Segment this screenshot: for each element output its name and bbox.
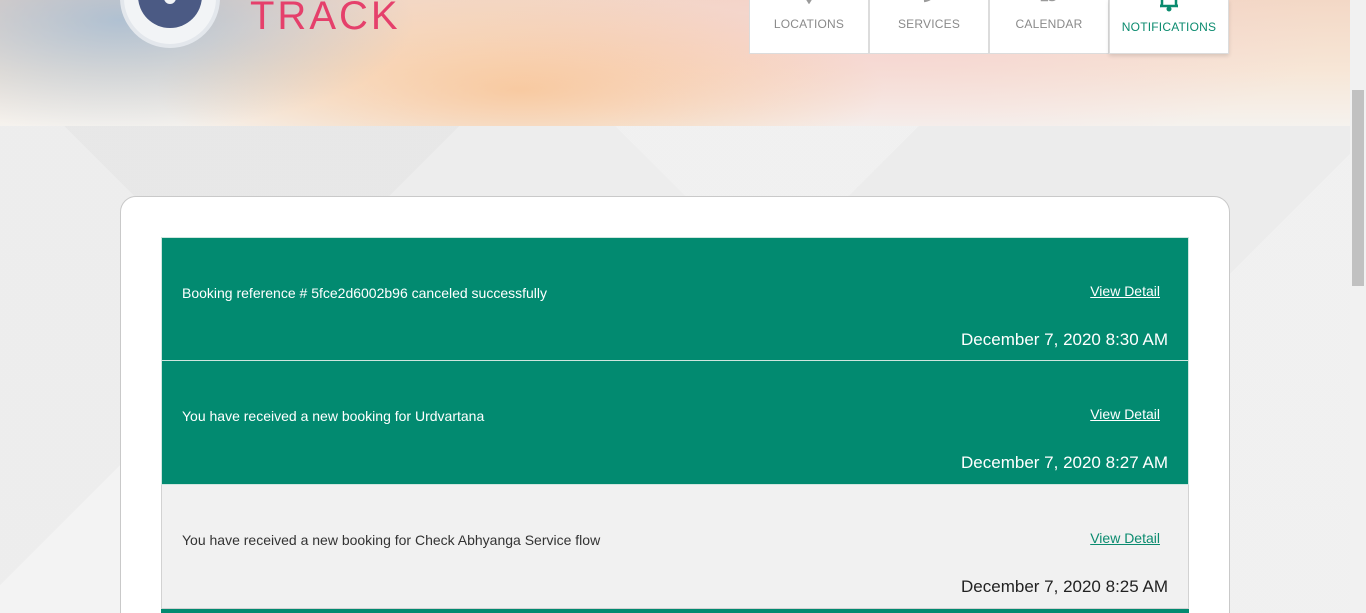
view-detail-link[interactable]: View Detail bbox=[1090, 530, 1160, 546]
nav-locations-label: LOCATIONS bbox=[773, 17, 845, 31]
nav-notifications[interactable]: NOTIFICATIONS bbox=[1109, 0, 1229, 54]
notification-time: December 7, 2020 8:30 AM bbox=[961, 330, 1168, 349]
services-icon bbox=[923, 0, 931, 3]
notification-item: You have received a new booking for Urdv… bbox=[161, 361, 1189, 485]
location-pin-icon bbox=[806, 0, 812, 4]
notification-message: You have received a new booking for Urdv… bbox=[182, 408, 485, 424]
bell-icon bbox=[1159, 0, 1179, 12]
user-silhouette-icon bbox=[138, 0, 202, 28]
nav-services[interactable]: SERVICES bbox=[869, 0, 989, 54]
view-detail-link[interactable]: View Detail bbox=[1090, 406, 1160, 422]
notification-item: Booking reference # 5fce2d6002b96 cancel… bbox=[161, 237, 1189, 361]
nav-calendar[interactable]: CALENDAR bbox=[989, 0, 1109, 54]
nav-calendar-label: CALENDAR bbox=[1015, 17, 1083, 31]
page: TRACK LOCATIONS SERVICES CALENDAR NOTIFI… bbox=[0, 0, 1366, 613]
top-nav: LOCATIONS SERVICES CALENDAR NOTIFICATION… bbox=[749, 0, 1229, 54]
nav-locations[interactable]: LOCATIONS bbox=[749, 0, 869, 54]
scrollbar-thumb[interactable] bbox=[1352, 90, 1364, 286]
view-detail-link[interactable]: View Detail bbox=[1090, 283, 1160, 299]
calendar-clock-icon bbox=[1040, 0, 1056, 2]
notification-time: December 7, 2020 8:25 AM bbox=[961, 577, 1168, 596]
nav-notifications-label: NOTIFICATIONS bbox=[1121, 20, 1217, 34]
notification-list: Booking reference # 5fce2d6002b96 cancel… bbox=[161, 237, 1189, 609]
notification-message: Booking reference # 5fce2d6002b96 cancel… bbox=[182, 285, 548, 301]
next-notification-edge bbox=[161, 609, 1189, 613]
logo-text: TRACK bbox=[250, 0, 401, 38]
notification-message: You have received a new booking for Chec… bbox=[182, 532, 601, 548]
notification-item: You have received a new booking for Chec… bbox=[161, 485, 1189, 609]
nav-services-label: SERVICES bbox=[897, 17, 961, 31]
notification-time: December 7, 2020 8:27 AM bbox=[961, 453, 1168, 472]
page-scrollbar[interactable] bbox=[1350, 0, 1366, 613]
